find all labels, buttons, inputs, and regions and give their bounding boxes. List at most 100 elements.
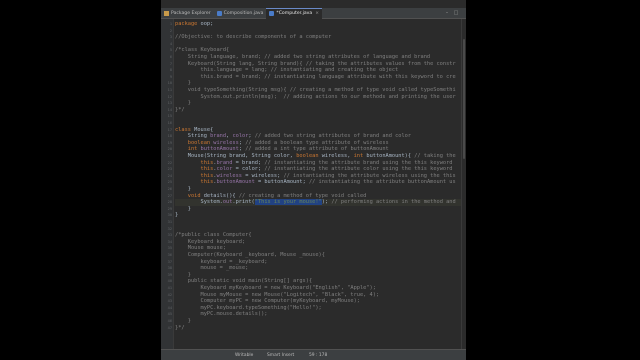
code-line[interactable] [175, 226, 466, 233]
line-number: 2 [169, 28, 172, 33]
code-line[interactable]: } [175, 100, 466, 107]
line-number: 6 [169, 55, 172, 59]
line-number: 41 [167, 286, 172, 290]
code-line[interactable]: boolean wireless; // added a boolean typ… [175, 140, 466, 147]
line-number: 17 [167, 127, 172, 132]
code-line[interactable]: }*/ [175, 107, 466, 114]
code-line[interactable] [175, 113, 466, 120]
code-line[interactable] [175, 28, 466, 35]
line-number: 8 [169, 68, 172, 73]
code-line[interactable]: Keyboard myKeyboard = new Keyboard("Engl… [175, 285, 466, 292]
code-line[interactable]: Mouse(String brand, String color, boolea… [175, 153, 466, 160]
code-line[interactable] [175, 219, 466, 226]
line-number: 11 [167, 88, 172, 92]
scrollbar-thumb[interactable] [463, 39, 465, 159]
code-line[interactable]: class Mouse{ [175, 127, 466, 134]
code-line[interactable]: this.brand = brand; // instantiating the… [175, 160, 466, 167]
code-line[interactable]: } [175, 212, 466, 219]
code-line[interactable]: myPC.keyboard.typeSomething("Hello!"); [175, 305, 466, 312]
tab-0[interactable]: Package Explorer [161, 8, 214, 18]
tab-label: Package Explorer [171, 10, 211, 16]
line-number: 7 [169, 61, 172, 66]
code-editor[interactable]: package oop; //Objective: to describe com… [175, 19, 466, 349]
code-line[interactable]: this.language = lang; // instantiating a… [175, 67, 466, 74]
line-number: 43 [167, 299, 172, 304]
java-file-icon [216, 10, 222, 16]
line-number: 16 [167, 121, 172, 125]
code-line[interactable]: this.color = color; // instantiating the… [175, 166, 466, 173]
code-line[interactable]: keyboard = _keyboard; [175, 259, 466, 266]
status-writable: Writable [235, 353, 254, 358]
status-bar: Writable Smart Insert 59 : 178 [161, 349, 466, 360]
code-line[interactable]: Keyboard(String lang, String brand){ // … [175, 61, 466, 68]
line-number: 37 [167, 259, 172, 264]
code-line[interactable]: mouse = _mouse; [175, 265, 466, 272]
code-line[interactable]: package oop; [175, 21, 466, 28]
line-number: 10 [167, 81, 172, 86]
code-line[interactable] [175, 120, 466, 127]
close-icon[interactable]: × [315, 11, 319, 16]
line-number: 12 [167, 94, 172, 99]
line-number: 9 [169, 74, 172, 79]
code-line[interactable]: void typeSomething(String msg){ // creat… [175, 87, 466, 94]
line-number: 15 [167, 114, 172, 119]
code-line[interactable]: Mouse mouse; [175, 245, 466, 252]
code-line[interactable]: void details(){ // creating a method of … [175, 193, 466, 200]
line-number: 19 [167, 140, 172, 145]
code-line[interactable]: System.out.println(msg); // adding actio… [175, 94, 466, 101]
line-number: 47 [167, 325, 172, 330]
line-number: 30 [167, 213, 172, 218]
code-line[interactable]: } [175, 186, 466, 193]
code-line[interactable]: this.buttonAmount = buttonAmount; // ins… [175, 179, 466, 186]
code-line[interactable]: } [175, 318, 466, 325]
code-line[interactable]: Mouse myMouse = new Mouse("Logitech", "B… [175, 292, 466, 299]
code-line[interactable]: System.out.print("This is your mouse!");… [175, 199, 466, 206]
code-line[interactable]: /*class Keyboard{ [175, 47, 466, 54]
java-file-icon [269, 11, 275, 16]
line-number: 42 [167, 292, 172, 297]
code-line[interactable]: /*public class Computer{ [175, 232, 466, 239]
line-number: 46 [167, 319, 172, 323]
code-line[interactable]: } [175, 272, 466, 279]
line-number: 28 [167, 200, 172, 205]
tab-label: *Computer.java [276, 11, 313, 16]
line-number: 22 [167, 160, 172, 165]
editor-tab-bar: Package Explorer Composition.java *Compute… [161, 7, 466, 19]
line-number: 29 [167, 206, 172, 211]
code-line[interactable]: Computer myPC = new Computer(myKeyboard,… [175, 298, 466, 305]
line-number: 40 [167, 279, 172, 284]
code-line[interactable]: } [175, 80, 466, 87]
status-insert-mode: Smart Insert [267, 353, 295, 358]
line-number: 20 [167, 147, 172, 152]
line-number: 18 [167, 134, 172, 139]
package-icon [164, 10, 169, 16]
code-line[interactable]: Keyboard keyboard; [175, 239, 466, 246]
vertical-scrollbar[interactable] [461, 19, 466, 349]
code-line[interactable]: //Objective: to describe components of a… [175, 34, 466, 41]
maximize-icon[interactable]: □ [453, 8, 459, 18]
code-line[interactable] [175, 41, 466, 48]
code-line[interactable]: public static void main(String[] args){ [175, 278, 466, 285]
code-line[interactable]: int buttonAmount; // added a int type at… [175, 146, 466, 153]
line-number: 32 [167, 226, 172, 231]
line-number: 34 [167, 239, 172, 244]
code-line[interactable]: String brand, color; // added two string… [175, 133, 466, 140]
code-line[interactable]: this.wireless = wireless; // instantiati… [175, 173, 466, 180]
line-number: 4 [169, 41, 172, 46]
code-line[interactable]: myPC.mouse.details(); [175, 311, 466, 318]
line-number: 14 [167, 107, 172, 112]
code-line[interactable]: }*/ [175, 325, 466, 332]
line-number: 44 [167, 305, 172, 310]
tab-2[interactable]: *Computer.java × [266, 7, 322, 19]
line-number: 33 [167, 233, 172, 238]
code-line[interactable]: this.brand = brand; // instantiating lan… [175, 74, 466, 81]
line-number: 21 [167, 154, 172, 158]
tab-1[interactable]: Composition.java [214, 8, 267, 18]
line-number: 13 [167, 101, 172, 106]
code-line[interactable]: } [175, 206, 466, 213]
minimize-icon[interactable]: – [444, 8, 450, 18]
code-line[interactable]: String language, brand; // added two str… [175, 54, 466, 61]
tab-label: Composition.java [223, 10, 264, 16]
line-number: 1 [169, 22, 172, 26]
code-line[interactable]: Computer(Keyboard _keyboard, Mouse _mous… [175, 252, 466, 259]
